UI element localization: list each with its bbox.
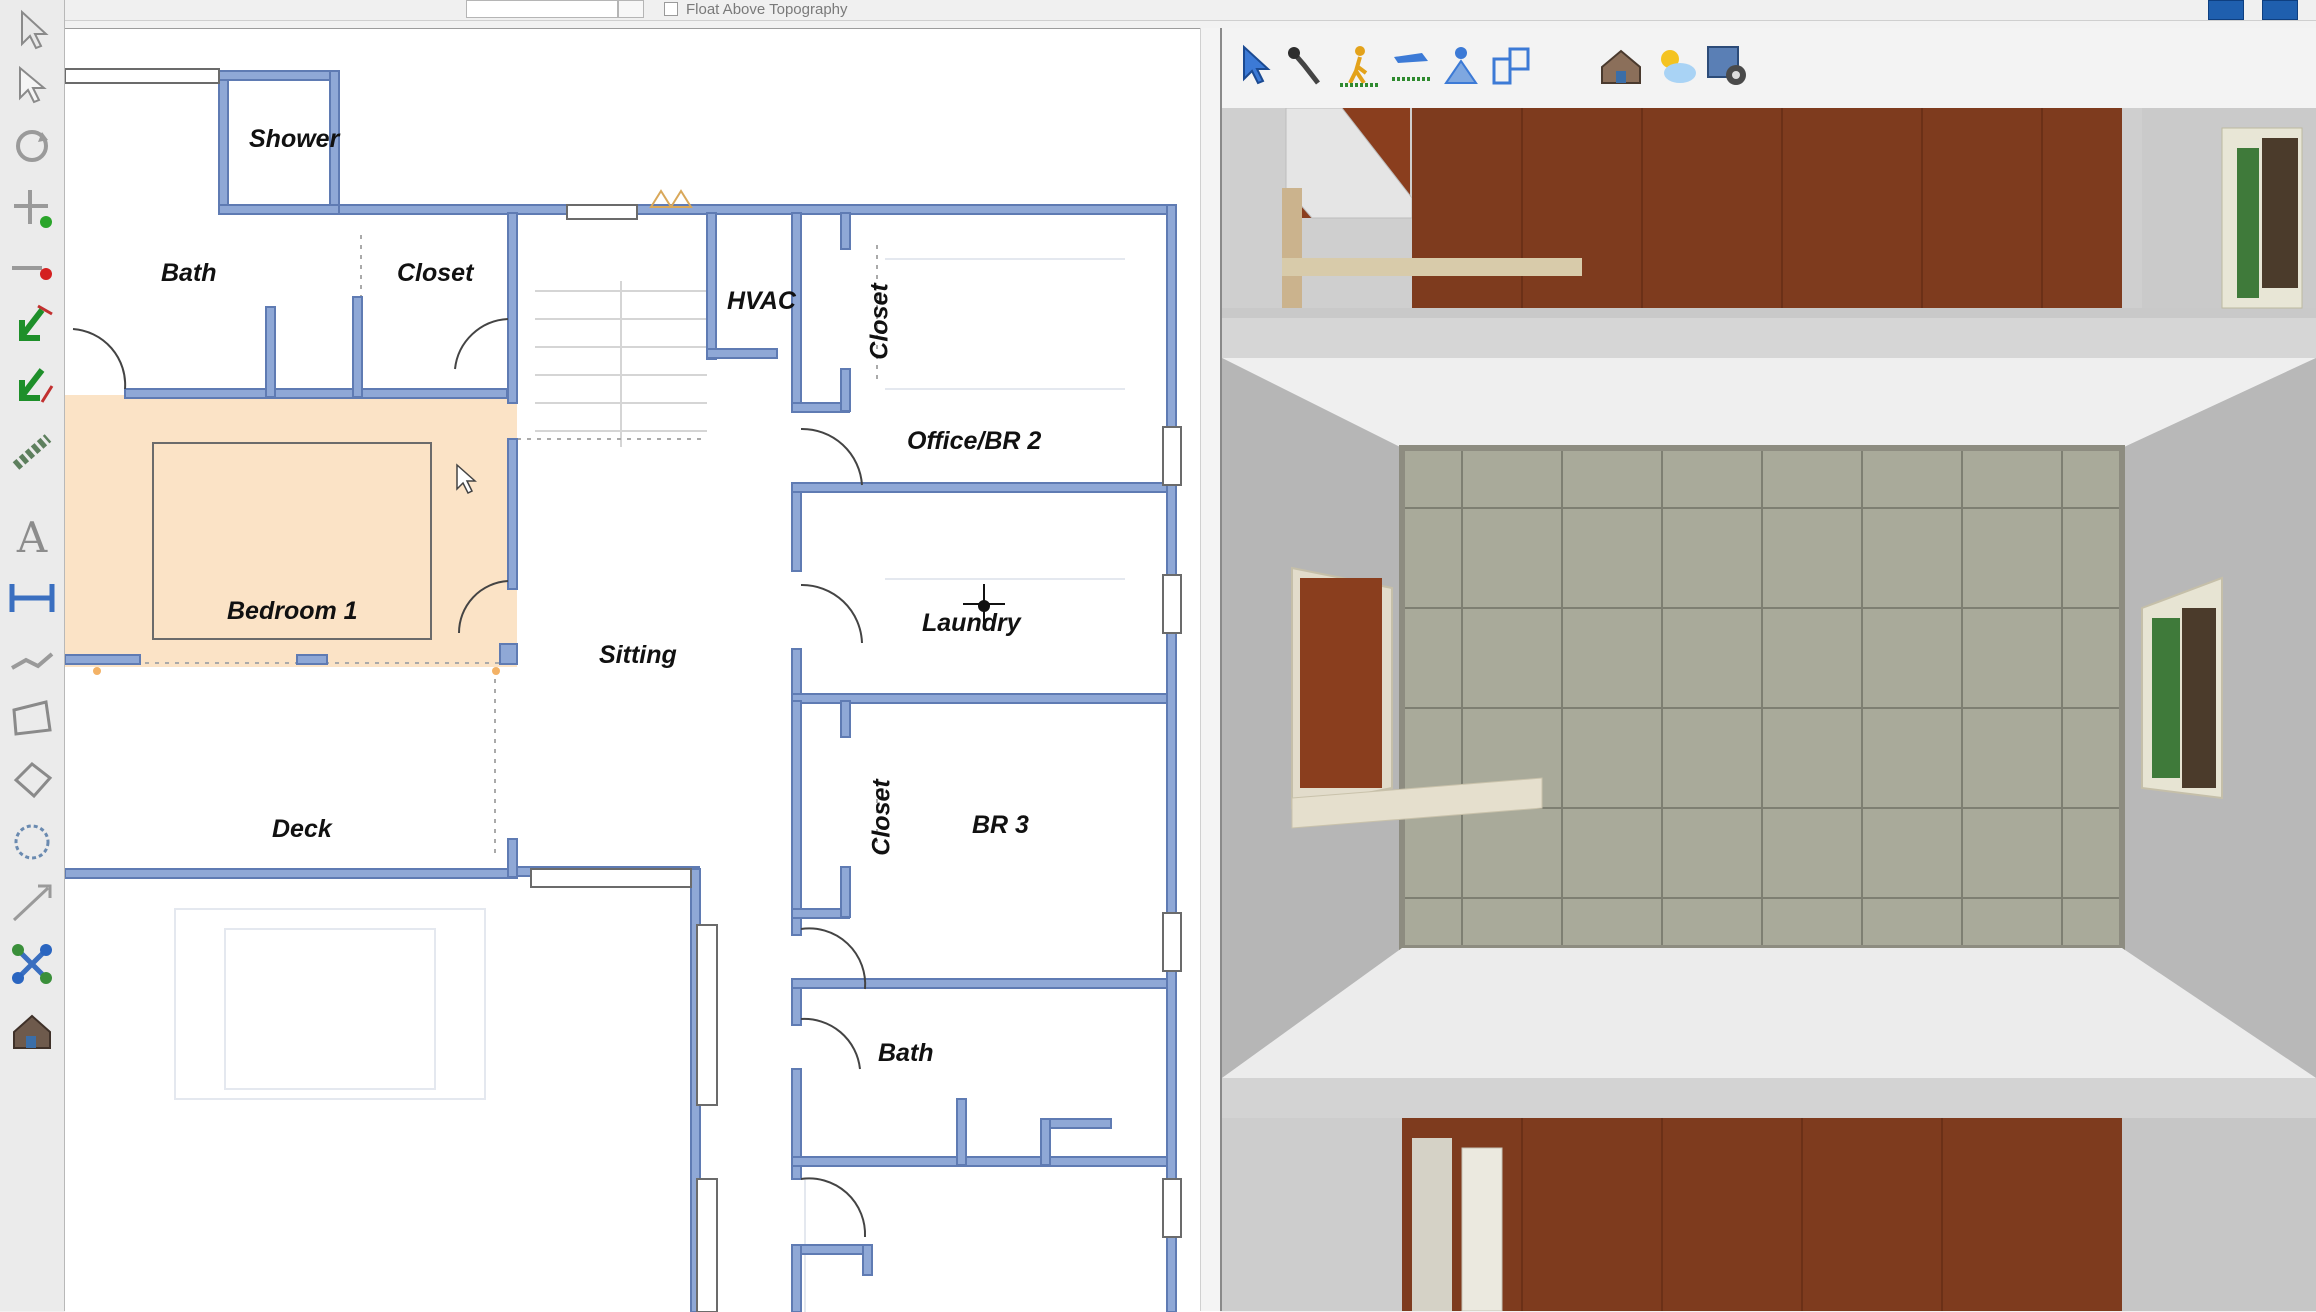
room-label-laundry: Laundry [922, 609, 1021, 637]
3d-render[interactable] [1222, 108, 2316, 1311]
room-label-closet-3: Closet [867, 779, 896, 856]
room-label-br3: BR 3 [972, 811, 1029, 839]
text-icon[interactable]: A [8, 512, 56, 560]
chain-icon[interactable] [8, 428, 56, 476]
room-label-hvac: HVAC [727, 287, 796, 315]
render-settings-icon[interactable] [1702, 38, 1752, 94]
room-label-closet: Closet [397, 259, 474, 287]
room-label-deck: Deck [272, 815, 332, 843]
room-label-closet-2: Closet [865, 283, 894, 360]
options-bar: Float Above Topography [0, 0, 2316, 21]
add-point-icon[interactable] [8, 184, 56, 232]
window-cascade-icon[interactable] [2262, 0, 2298, 20]
house-icon[interactable] [8, 1006, 56, 1054]
value-field[interactable] [466, 0, 618, 18]
svg-text:A: A [16, 513, 48, 560]
spline-icon[interactable] [8, 818, 56, 866]
room-label-shower: Shower [249, 125, 340, 153]
room-label-bath: Bath [161, 259, 217, 287]
float-above-topography-checkbox[interactable] [664, 2, 678, 16]
dimension-icon[interactable] [8, 574, 56, 622]
floorplan-icon[interactable] [1486, 38, 1536, 94]
walkthrough-icon[interactable] [1334, 38, 1384, 94]
room-label-office-br2: Office/BR 2 [907, 427, 1042, 455]
sun-person-icon[interactable] [1436, 38, 1486, 94]
view-toolbar [1222, 28, 2316, 109]
move-down-icon[interactable] [8, 302, 56, 350]
fly-icon[interactable] [1386, 38, 1436, 94]
left-toolbar: A [0, 0, 65, 1311]
select-arrow-icon[interactable] [8, 6, 56, 54]
plan-scrollbar[interactable] [1200, 28, 1221, 1311]
sun-cloud-icon[interactable] [1650, 38, 1700, 94]
room-label-bedroom-1: Bedroom 1 [227, 597, 358, 625]
bedroom-1-selection[interactable] [65, 395, 517, 667]
room-label-bath-2: Bath [878, 1039, 934, 1067]
delete-point-icon[interactable] [8, 244, 56, 292]
rotate-icon[interactable] [8, 122, 56, 170]
exterior-house-icon[interactable] [1596, 38, 1646, 94]
value-spinner[interactable] [618, 0, 644, 18]
floor-plan-drawing[interactable] [65, 29, 1220, 1312]
shape-icon[interactable] [8, 756, 56, 804]
room-label-sitting: Sitting [599, 641, 677, 669]
move-up-icon[interactable] [8, 362, 56, 410]
window-tile-icon[interactable] [2208, 0, 2244, 20]
eyedropper-icon[interactable] [1280, 38, 1330, 94]
connect-icon[interactable] [8, 940, 56, 988]
arrow-icon[interactable] [8, 878, 56, 926]
line-icon[interactable] [8, 636, 56, 684]
select-edit-icon[interactable] [8, 62, 56, 110]
select-view-icon[interactable] [1230, 38, 1280, 94]
polyline-icon[interactable] [8, 694, 56, 742]
3d-camera-view[interactable] [1222, 108, 2316, 1311]
float-above-topography-label: Float Above Topography [686, 1, 848, 18]
floor-plan-view[interactable]: Shower Bath Closet HVAC Closet Office/BR… [65, 28, 1220, 1312]
